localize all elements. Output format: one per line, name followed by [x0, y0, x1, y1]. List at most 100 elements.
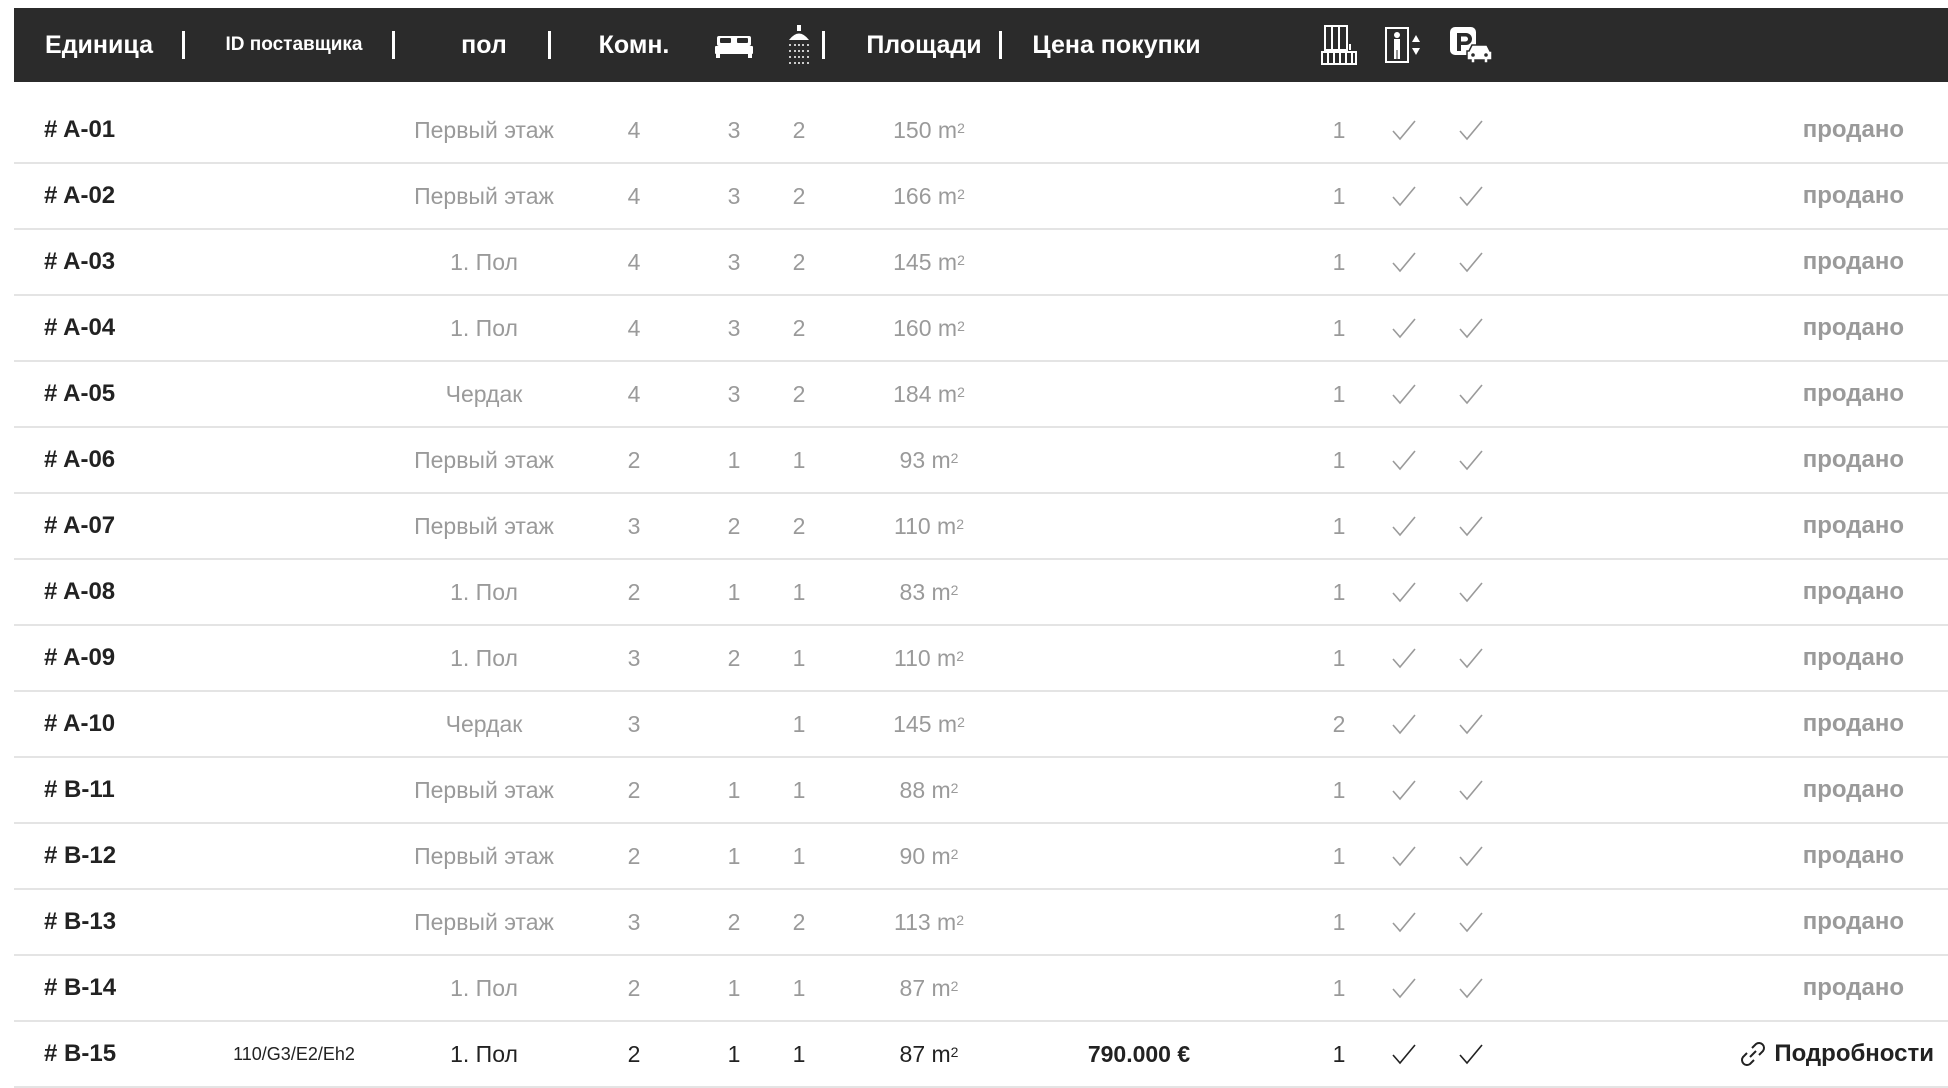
unit-id: # A-02	[44, 182, 116, 209]
status-badge: продано	[1802, 116, 1904, 143]
table-row: # B-12 Первый этаж 2 1 1 90 m 2 1 продано	[14, 824, 1948, 890]
price	[1039, 98, 1239, 162]
header-rooms[interactable]: Комн.	[579, 8, 689, 82]
level: 1	[1332, 776, 1346, 803]
table-row: # A-06 Первый этаж 2 1 1 93 m 2 1 продано	[14, 428, 1948, 494]
table-row: # A-02 Первый этаж 4 3 2 166 m 2 1 продано	[14, 164, 1948, 230]
area: 87 m2	[899, 974, 959, 1001]
rooms: 4	[627, 182, 641, 209]
elevator-check-icon	[1379, 560, 1429, 624]
rooms: 4	[627, 380, 641, 407]
unit-id: # A-05	[44, 380, 116, 407]
baths: 2	[792, 116, 806, 143]
elevator-check-icon	[1379, 692, 1429, 756]
vendor-id	[204, 296, 384, 360]
bedrooms: 3	[727, 248, 741, 275]
parking-check-icon	[1446, 362, 1496, 426]
details-label[interactable]: Подробности	[1774, 1040, 1934, 1068]
level: 1	[1332, 1040, 1346, 1067]
parking-check-icon	[1446, 890, 1496, 954]
baths: 1	[792, 644, 806, 671]
price	[1039, 626, 1239, 690]
unit-id: # B-13	[44, 908, 117, 935]
header-vendor-id[interactable]: ID поставщика	[204, 8, 384, 82]
floor: 1. Пол	[450, 1040, 518, 1067]
table-row: # B-11 Первый этаж 2 1 1 88 m 2 1 продано	[14, 758, 1948, 824]
area: 160 m2	[893, 314, 965, 341]
parking-check-icon	[1446, 164, 1496, 228]
price	[1039, 428, 1239, 492]
price	[1039, 758, 1239, 822]
vendor-id	[204, 824, 384, 888]
parking-check-icon	[1446, 824, 1496, 888]
floor: 1. Пол	[450, 974, 518, 1001]
header-divider	[392, 31, 395, 59]
parking-check-icon	[1446, 98, 1496, 162]
price	[1039, 824, 1239, 888]
header-price[interactable]: Цена покупки	[1004, 8, 1229, 82]
header-divider	[548, 31, 551, 59]
vendor-id	[204, 230, 384, 294]
area-value: 93 m	[899, 446, 951, 473]
baths: 2	[792, 380, 806, 407]
price	[1039, 890, 1239, 954]
area: 110 m2	[893, 644, 964, 671]
unit-id: # B-14	[44, 974, 117, 1001]
table-row: # A-09 1. Пол 3 2 1 110 m 2 1 продано	[14, 626, 1948, 692]
level: 1	[1332, 314, 1346, 341]
parking-check-icon	[1446, 692, 1496, 756]
bedrooms: 3	[727, 182, 741, 209]
floor: Чердак	[445, 380, 523, 407]
building-floor-icon[interactable]	[1314, 8, 1364, 82]
vendor-id	[204, 890, 384, 954]
bedrooms: 2	[727, 644, 741, 671]
header-floor[interactable]: пол	[409, 8, 559, 82]
bed-icon[interactable]	[699, 8, 769, 82]
unit-id: # B-15	[44, 1040, 117, 1067]
header-divider	[822, 31, 825, 59]
elevator-icon[interactable]	[1379, 8, 1429, 82]
area-value: 160 m	[893, 314, 958, 341]
shower-icon[interactable]	[769, 8, 829, 82]
unit-id: # B-12	[44, 842, 117, 869]
vendor-id	[204, 98, 384, 162]
elevator-check-icon	[1379, 890, 1429, 954]
floor: Первый этаж	[414, 776, 554, 803]
level: 1	[1332, 842, 1346, 869]
baths: 2	[792, 908, 806, 935]
baths: 1	[792, 446, 806, 473]
parking-check-icon	[1446, 296, 1496, 360]
link-icon	[1738, 1039, 1768, 1069]
area-value: 90 m	[899, 842, 951, 869]
floor: Первый этаж	[414, 116, 554, 143]
rooms: 3	[627, 908, 641, 935]
table-row: # A-07 Первый этаж 3 2 2 110 m 2 1 продано	[14, 494, 1948, 560]
elevator-check-icon	[1379, 296, 1429, 360]
header-area[interactable]: Площади	[839, 8, 1009, 82]
baths: 2	[792, 182, 806, 209]
baths: 1	[792, 974, 806, 1001]
elevator-check-icon	[1379, 824, 1429, 888]
table-row[interactable]: # B-15 110/G3/E2/Eh2 1. Пол 2 1 1 87 m 2 790.000…	[14, 1022, 1948, 1088]
area-value: 145 m	[893, 248, 958, 275]
area: 110 m2	[893, 512, 964, 539]
elevator-check-icon	[1379, 956, 1429, 1020]
header-unit[interactable]: Единица	[24, 8, 174, 82]
price	[1039, 362, 1239, 426]
elevator-check-icon	[1379, 626, 1429, 690]
unit-id: # A-03	[44, 248, 116, 275]
rooms: 2	[627, 776, 641, 803]
status-badge: продано	[1802, 842, 1904, 869]
bedrooms: 2	[727, 908, 741, 935]
level: 1	[1332, 248, 1346, 275]
bedrooms: 1	[727, 974, 741, 1001]
bedrooms: 1	[727, 776, 741, 803]
area: 93 m2	[899, 446, 959, 473]
rooms: 3	[627, 512, 641, 539]
table-row: # A-05 Чердак 4 3 2 184 m 2 1 продано	[14, 362, 1948, 428]
parking-icon[interactable]	[1446, 8, 1496, 82]
level: 1	[1332, 182, 1346, 209]
details-link[interactable]: Подробности	[1654, 1022, 1934, 1086]
status-badge: продано	[1802, 908, 1904, 935]
parking-check-icon	[1446, 428, 1496, 492]
